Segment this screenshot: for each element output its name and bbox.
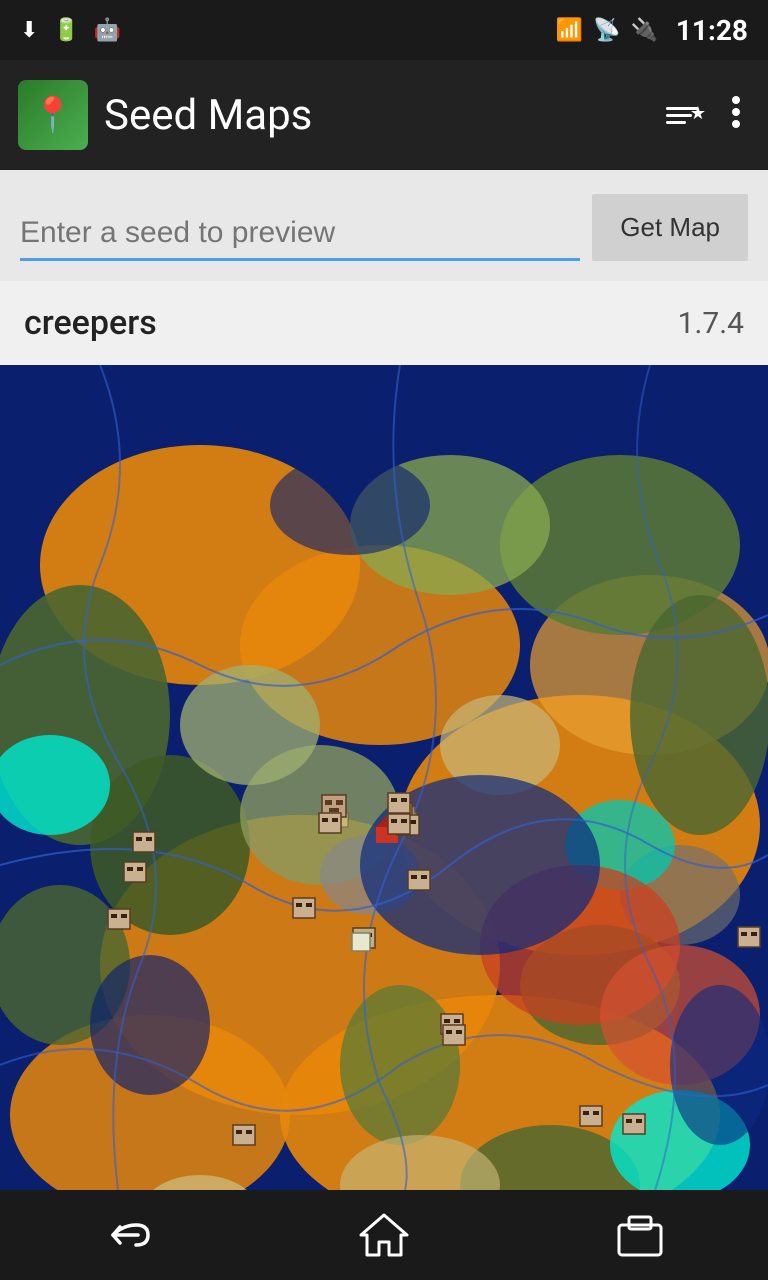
battery-alert-icon: 🔋 — [52, 18, 79, 43]
map-svg — [0, 365, 768, 1205]
app-icon — [18, 80, 88, 150]
bottom-nav — [0, 1190, 768, 1280]
signal-icon: 📡 — [593, 18, 620, 43]
get-map-button[interactable]: Get Map — [592, 194, 748, 261]
more-options-button[interactable] — [722, 94, 750, 137]
star-icon: ★ — [690, 103, 706, 124]
search-input-wrap — [20, 208, 580, 261]
filter-line-3 — [666, 121, 686, 124]
home-button[interactable] — [334, 1205, 434, 1265]
status-time: 11:28 — [676, 14, 748, 47]
seed-name: creepers — [24, 303, 157, 343]
battery-icon: 🔌 — [630, 18, 657, 43]
seed-info-bar: creepers 1.7.4 — [0, 281, 768, 365]
seed-input[interactable] — [20, 208, 580, 261]
filter-line-2 — [666, 114, 692, 117]
filter-star-button[interactable]: ★ — [666, 107, 698, 124]
map-canvas[interactable] — [0, 365, 768, 1205]
app-bar: Seed Maps ★ — [0, 60, 768, 170]
wifi-icon: 📶 — [556, 18, 583, 43]
map-area[interactable] — [0, 365, 768, 1205]
status-bar: ⬇ 🔋 🤖 📶 📡 🔌 11:28 — [0, 0, 768, 60]
search-area: Get Map — [0, 170, 768, 281]
android-icon: 🤖 — [94, 18, 121, 43]
app-title: Seed Maps — [104, 91, 666, 140]
seed-version: 1.7.4 — [678, 306, 744, 341]
back-button[interactable] — [78, 1205, 178, 1265]
recents-button[interactable] — [590, 1205, 690, 1265]
download-icon: ⬇ — [20, 18, 38, 43]
